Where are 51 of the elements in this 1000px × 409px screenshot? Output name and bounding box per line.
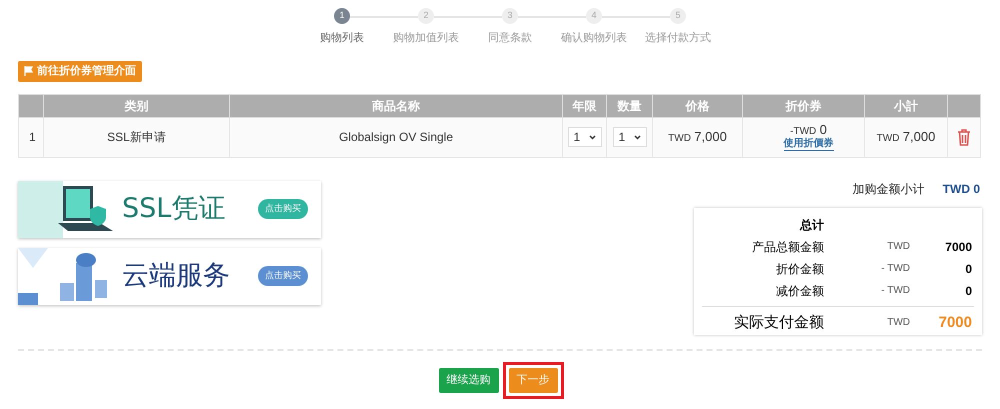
price: TWD 7,000 — [668, 130, 727, 144]
currency: TWD — [886, 316, 910, 330]
total-value: 7000 — [938, 312, 972, 332]
step-label: 确认购物列表 — [561, 31, 627, 46]
flag-icon — [24, 66, 33, 76]
banner-title: SSL凭证 — [122, 192, 226, 226]
row-number: 1 — [29, 130, 36, 144]
promo-banner[interactable]: 云端服务 点击购买 — [18, 248, 321, 304]
trash-icon[interactable] — [957, 128, 971, 146]
currency: - TWD — [880, 284, 910, 298]
step-number: 4 — [586, 8, 602, 24]
total-label: 实际支付金额 — [733, 312, 824, 332]
column-header: 小計 — [894, 98, 918, 112]
product-name: Globalsign OV Single — [338, 130, 454, 144]
use-coupon-link[interactable]: 使用折價券 — [784, 138, 834, 151]
step-number: 5 — [670, 8, 686, 24]
select-field[interactable]: 1 — [568, 127, 602, 147]
column-header: 价格 — [686, 98, 710, 112]
promo-banner[interactable]: SSL凭证 点击购买 — [18, 180, 321, 238]
column-header: 年限 — [572, 98, 596, 112]
summary-label: 减价金额 — [775, 282, 824, 300]
column-header: 类别 — [124, 98, 148, 112]
banner-title: 云端服务 — [122, 258, 231, 293]
addon-subtotal-value: TWD 0 — [942, 180, 980, 198]
summary-label: 折价金额 — [775, 260, 824, 278]
step-number: 2 — [418, 8, 434, 24]
step-label: 购物加值列表 — [393, 31, 459, 46]
summary-label: 产品总额金额 — [751, 238, 824, 256]
column-header: 商品名称 — [372, 98, 420, 112]
summary-title: 总计 — [798, 216, 824, 234]
summary-value: 0 — [964, 282, 972, 300]
summary-value: 0 — [964, 260, 972, 278]
step-number: 1 — [334, 8, 350, 24]
buy-button[interactable]: 点击购买 — [258, 266, 308, 286]
chevron-icon — [634, 134, 640, 140]
step-number: 3 — [502, 8, 518, 24]
column-header: 数量 — [618, 98, 642, 112]
currency: TWD — [886, 240, 910, 254]
step-label: 购物列表 — [320, 31, 364, 46]
step-label: 同意条款 — [488, 31, 532, 46]
chevron-icon — [588, 134, 596, 140]
addon-subtotal-label: 加购金额小计 — [852, 180, 925, 198]
currency: - TWD — [880, 262, 910, 276]
category-cell: SSL新申请 — [107, 130, 166, 144]
action-button[interactable]: 继续选购 — [438, 368, 498, 392]
summary-value: 7000 — [944, 238, 972, 256]
column-header: 折价券 — [786, 98, 822, 112]
subtotal: TWD 7,000 — [876, 130, 936, 144]
discount: -TWD 0 — [790, 123, 827, 138]
select-field[interactable]: 1 — [612, 127, 646, 147]
step-label: 选择付款方式 — [645, 30, 711, 46]
